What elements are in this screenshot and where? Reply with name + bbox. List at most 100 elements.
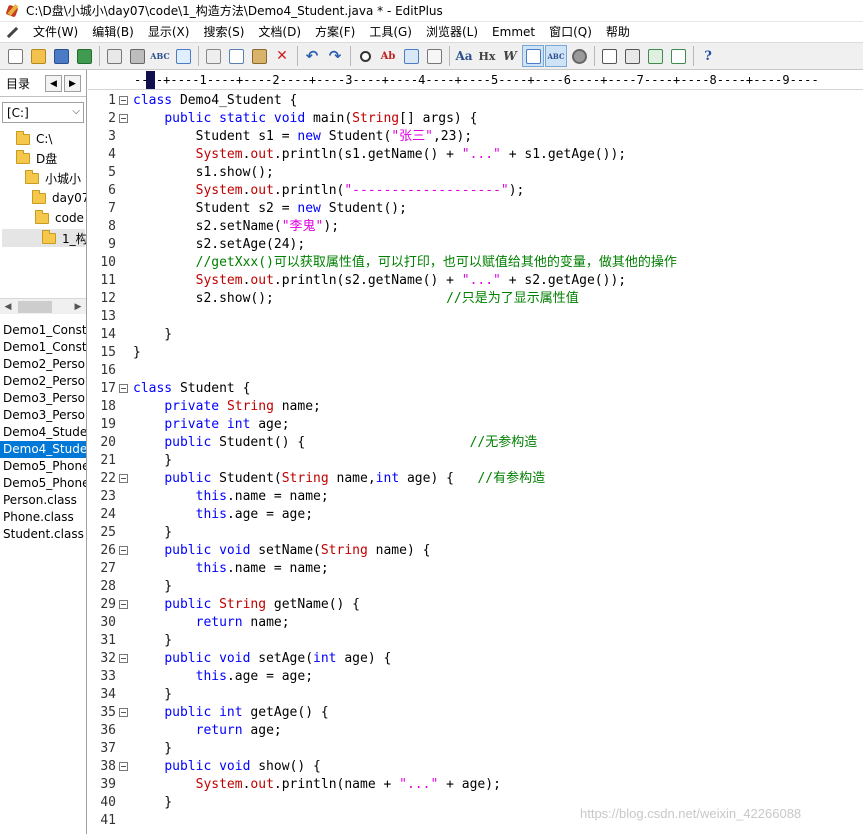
menu-file[interactable]: 文件(W) (26, 23, 85, 42)
code-line[interactable]: 32 public void setAge(int age) { (88, 650, 863, 668)
code-line[interactable]: 30 return name; (88, 614, 863, 632)
find-button[interactable] (354, 45, 376, 67)
code-line[interactable]: 25 } (88, 524, 863, 542)
file-item[interactable]: Phone.class (0, 509, 86, 526)
code-line[interactable]: 7 Student s2 = new Student(); (88, 200, 863, 218)
tree-item[interactable]: day07 (32, 189, 86, 207)
ruler-button[interactable]: ABC (545, 45, 567, 67)
undo-button[interactable]: ↶ (301, 45, 323, 67)
font-button[interactable]: Aa (453, 45, 475, 67)
save-button[interactable] (50, 45, 72, 67)
menu-tools[interactable]: 工具(G) (362, 23, 419, 42)
directory-window-button[interactable] (621, 45, 643, 67)
fold-minus-icon[interactable] (119, 474, 128, 483)
code-line[interactable]: 37 } (88, 740, 863, 758)
menu-document[interactable]: 文档(D) (251, 23, 308, 42)
drive-select[interactable]: [C:] ⌵ (2, 102, 84, 123)
code-line[interactable]: 5 s1.show(); (88, 164, 863, 182)
word-wrap-button[interactable]: W (499, 45, 521, 67)
code-line[interactable]: 6 System.out.println("------------------… (88, 182, 863, 200)
print-preview-button[interactable] (103, 45, 125, 67)
code-line[interactable]: 34 } (88, 686, 863, 704)
fold-minus-icon[interactable] (119, 762, 128, 771)
tree-item[interactable]: C:\ (16, 130, 52, 148)
fullscreen-button[interactable] (667, 45, 689, 67)
menu-view[interactable]: 显示(X) (141, 23, 197, 42)
code-line[interactable]: 27 this.name = name; (88, 560, 863, 578)
code-editor[interactable]: ----+----1----+----2----+----3----+----4… (88, 70, 863, 834)
code-line[interactable]: 2 public static void main(String[] args)… (88, 110, 863, 128)
tree-horizontal-scrollbar[interactable]: ◀ ▶ (0, 298, 86, 314)
code-line[interactable]: 24 this.age = age; (88, 506, 863, 524)
open-file-button[interactable] (27, 45, 49, 67)
menu-emmet[interactable]: Emmet (485, 23, 542, 42)
goto-line-button[interactable] (423, 45, 445, 67)
file-item[interactable]: Demo1_Const (0, 322, 86, 339)
scrollbar-thumb[interactable] (18, 300, 52, 313)
file-item[interactable]: Demo3_Perso (0, 407, 86, 424)
scroll-left-icon[interactable]: ◀ (0, 299, 16, 315)
line-number-button[interactable] (522, 45, 544, 67)
tree-item-selected[interactable]: 1_构 (2, 229, 86, 247)
chevron-right-icon[interactable]: ▶ (64, 75, 81, 92)
code-area[interactable]: 1 class Demo4_Student {2 public static vo… (88, 90, 863, 834)
copy-button[interactable] (225, 45, 247, 67)
fold-minus-icon[interactable] (119, 600, 128, 609)
fold-minus-icon[interactable] (119, 708, 128, 717)
menu-search[interactable]: 搜索(S) (196, 23, 251, 42)
file-item[interactable]: Student.class (0, 526, 86, 543)
cliptext-button[interactable] (598, 45, 620, 67)
tree-item[interactable]: code (35, 209, 84, 227)
code-line[interactable]: 21 } (88, 452, 863, 470)
preferences-button[interactable] (568, 45, 590, 67)
save-all-button[interactable] (73, 45, 95, 67)
code-line[interactable]: 19 private int age; (88, 416, 863, 434)
menu-window[interactable]: 窗口(Q) (542, 23, 599, 42)
code-line[interactable]: 18 private String name; (88, 398, 863, 416)
code-line[interactable]: 38 public void show() { (88, 758, 863, 776)
redo-button[interactable]: ↷ (324, 45, 346, 67)
fold-minus-icon[interactable] (119, 384, 128, 393)
sidebar-tab-directory[interactable]: 目录 (6, 75, 30, 92)
find-in-files-button[interactable] (400, 45, 422, 67)
code-line[interactable]: 28 } (88, 578, 863, 596)
file-item[interactable]: Demo1_Const (0, 339, 86, 356)
code-line[interactable]: 39 System.out.println(name + "..." + age… (88, 776, 863, 794)
code-line[interactable]: 14 } (88, 326, 863, 344)
code-line[interactable]: 22 public Student(String name,int age) {… (88, 470, 863, 488)
file-item[interactable]: Demo4_Stude (0, 424, 86, 441)
file-item[interactable]: Demo2_Perso (0, 373, 86, 390)
cut-button[interactable] (202, 45, 224, 67)
code-line[interactable]: 20 public Student() { //无参构造 (88, 434, 863, 452)
file-item-selected[interactable]: Demo4_Stude (0, 441, 86, 458)
print-button[interactable] (126, 45, 148, 67)
code-line[interactable]: 36 return age; (88, 722, 863, 740)
delete-button[interactable]: ✕ (271, 45, 293, 67)
code-line[interactable]: 16 (88, 362, 863, 380)
code-line[interactable]: 3 Student s1 = new Student("张三",23); (88, 128, 863, 146)
new-file-button[interactable] (4, 45, 26, 67)
code-line[interactable]: 33 this.age = age; (88, 668, 863, 686)
file-item[interactable]: Demo3_Perso (0, 390, 86, 407)
fold-minus-icon[interactable] (119, 654, 128, 663)
code-line[interactable]: 26 public void setName(String name) { (88, 542, 863, 560)
code-line[interactable]: 15} (88, 344, 863, 362)
help-button[interactable]: ? (697, 45, 719, 67)
file-item[interactable]: Person.class (0, 492, 86, 509)
spell-check-button[interactable]: ABC (149, 45, 171, 67)
code-line[interactable]: 9 s2.setAge(24); (88, 236, 863, 254)
output-window-button[interactable] (644, 45, 666, 67)
html-toolbar-button[interactable]: Hx (476, 45, 498, 67)
fold-minus-icon[interactable] (119, 114, 128, 123)
code-line[interactable]: 12 s2.show(); //只是为了显示属性值 (88, 290, 863, 308)
menu-browser[interactable]: 浏览器(L) (419, 23, 485, 42)
file-item[interactable]: Demo5_Phone (0, 475, 86, 492)
code-line[interactable]: 29 public String getName() { (88, 596, 863, 614)
chevron-left-icon[interactable]: ◀ (45, 75, 62, 92)
code-line[interactable]: 10 //getXxx()可以获取属性值，可以打印，也可以赋值给其他的变量，做其… (88, 254, 863, 272)
browser-preview-button[interactable] (172, 45, 194, 67)
menu-project[interactable]: 方案(F) (308, 23, 362, 42)
code-line[interactable]: 17 class Student { (88, 380, 863, 398)
menu-edit[interactable]: 编辑(B) (85, 23, 141, 42)
fold-minus-icon[interactable] (119, 546, 128, 555)
